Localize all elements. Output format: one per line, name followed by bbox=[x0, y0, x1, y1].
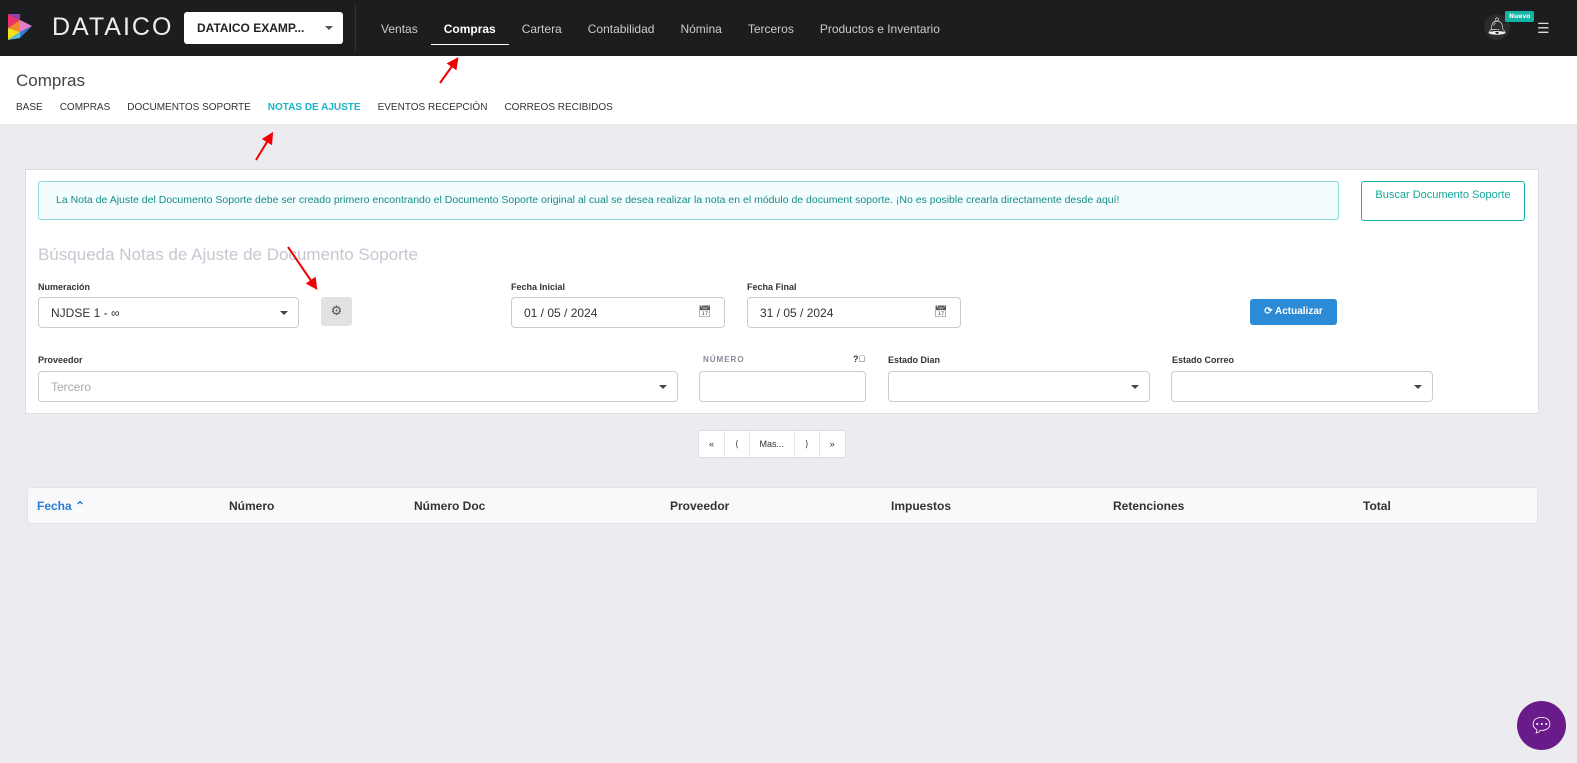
col-fecha[interactable]: Fecha ⌃ bbox=[37, 499, 85, 513]
chevron-down-icon bbox=[1414, 385, 1422, 389]
menu-terceros[interactable]: Terceros bbox=[735, 0, 807, 45]
tab-compras[interactable]: COMPRAS bbox=[60, 102, 111, 113]
chevron-down-icon bbox=[1131, 385, 1139, 389]
page-title: Compras bbox=[16, 71, 85, 90]
menu-contabilidad[interactable]: Contabilidad bbox=[575, 0, 668, 45]
proveedor-select[interactable]: Tercero bbox=[38, 371, 678, 402]
tab-correos-recibidos[interactable]: CORREOS RECIBIDOS bbox=[504, 102, 612, 113]
search-title: Búsqueda Notas de Ajuste de Documento So… bbox=[38, 245, 418, 264]
fecha-final-label: Fecha Final bbox=[747, 282, 797, 292]
estado-dian-select[interactable] bbox=[888, 371, 1150, 402]
new-badge: Nuevo bbox=[1505, 11, 1535, 22]
buscar-documento-soporte-button[interactable]: Buscar Documento Soporte bbox=[1361, 181, 1525, 221]
menu-productos[interactable]: Productos e Inventario bbox=[807, 0, 953, 45]
menu-nomina[interactable]: Nómina bbox=[667, 0, 734, 45]
fecha-inicial-label: Fecha Inicial bbox=[511, 282, 566, 292]
estado-dian-label: Estado Dian bbox=[888, 355, 941, 365]
chevron-down-icon bbox=[325, 26, 333, 30]
prev-page-button[interactable]: ⟨ bbox=[725, 431, 750, 457]
refresh-icon: ⟳ bbox=[1264, 306, 1275, 317]
actualizar-button[interactable]: ⟳ Actualizar bbox=[1250, 299, 1337, 325]
table-header: Fecha ⌃ Número Número Doc Proveedor Impu… bbox=[27, 487, 1538, 524]
search-card: La Nota de Ajuste del Documento Soporte … bbox=[25, 169, 1539, 414]
more-button[interactable]: Mas... bbox=[750, 431, 796, 457]
brand-name: DATAICO bbox=[52, 13, 174, 41]
col-retenciones[interactable]: Retenciones bbox=[1113, 499, 1184, 513]
tab-notas-de-ajuste[interactable]: NOTAS DE AJUSTE bbox=[268, 102, 361, 113]
first-page-button[interactable]: « bbox=[699, 431, 726, 457]
help-icon[interactable]: ?⃝ bbox=[853, 354, 865, 364]
estado-correo-label: Estado Correo bbox=[1172, 355, 1235, 365]
chevron-down-icon bbox=[659, 385, 667, 389]
numeracion-label: Numeración bbox=[38, 282, 91, 292]
next-page-button[interactable]: ⟩ bbox=[795, 431, 820, 457]
col-impuestos[interactable]: Impuestos bbox=[891, 499, 951, 513]
sub-tabs: BASE COMPRAS DOCUMENTOS SOPORTE NOTAS DE… bbox=[16, 102, 613, 113]
tab-base[interactable]: BASE bbox=[16, 102, 43, 113]
company-name: DATAICO EXAMP... bbox=[197, 21, 305, 35]
numero-input[interactable] bbox=[699, 371, 866, 402]
settings-gears-button[interactable]: ⚙ bbox=[321, 297, 352, 326]
main-menu: Ventas Compras Cartera Contabilidad Nómi… bbox=[368, 0, 953, 56]
fecha-final-value: 31 / 05 / 2024 bbox=[760, 306, 834, 320]
menu-compras[interactable]: Compras bbox=[430, 0, 509, 45]
proveedor-label: Proveedor bbox=[38, 355, 83, 365]
top-navbar: DATAICO DATAICO EXAMP... Ventas Compras … bbox=[0, 0, 1577, 56]
col-numero-doc[interactable]: Número Doc bbox=[414, 499, 485, 513]
menu-cartera[interactable]: Cartera bbox=[509, 0, 575, 45]
estado-correo-select[interactable] bbox=[1171, 371, 1433, 402]
divider bbox=[355, 4, 356, 52]
dataico-logo bbox=[8, 14, 32, 40]
col-total[interactable]: Total bbox=[1363, 499, 1391, 513]
calendar-icon[interactable]: 📅︎ bbox=[698, 305, 712, 318]
last-page-button[interactable]: » bbox=[820, 431, 845, 457]
calendar-icon[interactable]: 📅︎ bbox=[934, 305, 948, 318]
fecha-inicial-value: 01 / 05 / 2024 bbox=[524, 306, 598, 320]
numeracion-value: NJDSE 1 - ∞ bbox=[51, 306, 120, 320]
info-alert: La Nota de Ajuste del Documento Soporte … bbox=[38, 181, 1339, 220]
tab-documentos-soporte[interactable]: DOCUMENTOS SOPORTE bbox=[127, 102, 251, 113]
fecha-inicial-input[interactable]: 01 / 05 / 2024 📅︎ bbox=[511, 297, 725, 328]
page-header: Compras BASE COMPRAS DOCUMENTOS SOPORTE … bbox=[0, 56, 1577, 124]
proveedor-placeholder: Tercero bbox=[51, 380, 92, 394]
chevron-down-icon bbox=[280, 311, 288, 315]
fecha-final-input[interactable]: 31 / 05 / 2024 📅︎ bbox=[747, 297, 961, 328]
tab-eventos-recepcion[interactable]: EVENTOS RECEPCIÓN bbox=[378, 102, 488, 113]
menu-ventas[interactable]: Ventas bbox=[368, 0, 431, 45]
chat-widget-icon[interactable]: 💬︎ bbox=[1517, 701, 1566, 750]
annotation-arrow bbox=[255, 131, 274, 161]
numeracion-select[interactable]: NJDSE 1 - ∞ bbox=[38, 297, 299, 328]
col-numero[interactable]: Número bbox=[229, 499, 274, 513]
actualizar-label: Actualizar bbox=[1275, 306, 1323, 317]
hamburger-menu-icon[interactable]: ☰ bbox=[1537, 21, 1550, 37]
pagination: « ⟨ Mas... ⟩ » bbox=[698, 430, 846, 458]
numero-label: NÚMERO bbox=[703, 355, 745, 364]
col-proveedor[interactable]: Proveedor bbox=[670, 499, 729, 513]
company-select[interactable]: DATAICO EXAMP... bbox=[184, 12, 343, 44]
